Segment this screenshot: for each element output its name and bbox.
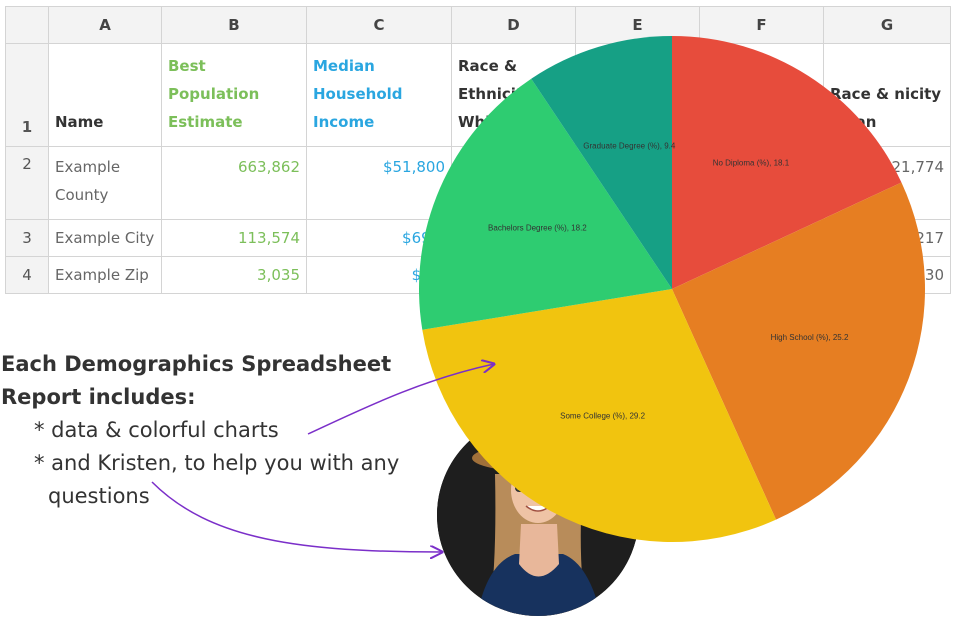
pie-slice-label: Bachelors Degree (%), 18.2 (488, 224, 587, 233)
pie-slice-label: Some College (%), 29.2 (560, 411, 645, 420)
pie-slice-label: High School (%), 25.2 (771, 333, 849, 342)
annotation-arrow (151, 481, 442, 552)
education-pie-chart: No Diploma (%), 18.1 High School (%), 25.… (151, 36, 926, 623)
pie-slice-label: No Diploma (%), 18.1 (713, 158, 790, 167)
pie-slice-label: Graduate Degree (%), 9.4 (583, 142, 676, 151)
